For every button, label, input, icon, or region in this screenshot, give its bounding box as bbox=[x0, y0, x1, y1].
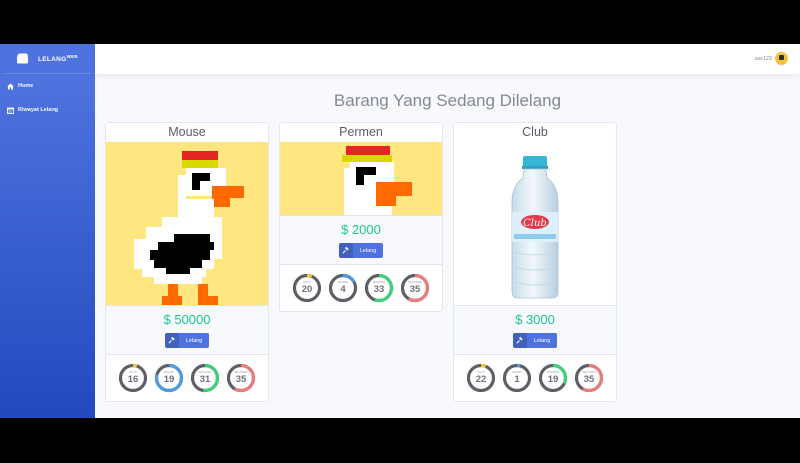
countdown-days: DAYS 22 bbox=[466, 363, 496, 393]
bid-button-label: Lelang bbox=[359, 247, 377, 254]
item-image bbox=[280, 142, 442, 215]
countdown-value: 4 bbox=[340, 284, 346, 295]
countdown-hours: HOURS 19 bbox=[154, 363, 184, 393]
user-avatar bbox=[775, 52, 788, 65]
calendar-icon bbox=[7, 107, 14, 114]
sidebar-item-label: Riwayat Lelang bbox=[18, 107, 59, 113]
auction-card-club: Club Club $ 3000 Lelang DAYS 22 HOURS 1 … bbox=[453, 122, 617, 402]
topbar: sss123 bbox=[95, 44, 800, 74]
countdown-value: 22 bbox=[475, 374, 487, 385]
pixel-duck-image bbox=[106, 142, 268, 305]
sidebar-item-label: Home bbox=[18, 83, 34, 89]
countdown-seconds: SECONDS 35 bbox=[400, 273, 430, 303]
bid-button[interactable]: Lelang bbox=[512, 333, 558, 348]
countdown-minutes: MINUTES 33 bbox=[364, 273, 394, 303]
countdown-value: 19 bbox=[163, 374, 175, 385]
gavel-icon bbox=[338, 243, 353, 258]
countdown-timer: DAYS 22 HOURS 1 MINUTES 19 SECONDS 35 bbox=[454, 354, 616, 401]
item-image bbox=[106, 142, 268, 305]
countdown-minutes: MINUTES 19 bbox=[538, 363, 568, 393]
bid-button-label: Lelang bbox=[185, 337, 203, 344]
gavel-box-icon bbox=[17, 53, 28, 64]
gavel-icon bbox=[512, 333, 527, 348]
item-name: Mouse bbox=[168, 125, 206, 139]
pixel-duck-image bbox=[280, 142, 442, 215]
price-area: $ 2000 Lelang bbox=[280, 215, 442, 264]
countdown-seconds: SECONDS 35 bbox=[574, 363, 604, 393]
countdown-timer: DAYS 16 HOURS 19 MINUTES 31 SECONDS 35 bbox=[106, 354, 268, 401]
item-price: $ 3000 bbox=[515, 312, 555, 327]
brand[interactable]: LELANGWEB bbox=[4, 44, 91, 74]
countdown-seconds: SECONDS 35 bbox=[226, 363, 256, 393]
item-name: Club bbox=[522, 125, 548, 139]
auction-card-permen: Permen $ 2000 Lelang DAYS 20 HOURS 4 MIN… bbox=[279, 122, 443, 312]
bid-button-label: Lelang bbox=[533, 337, 551, 344]
sidebar-item-home[interactable]: Home bbox=[0, 75, 95, 97]
countdown-minutes: MINUTES 31 bbox=[190, 363, 220, 393]
countdown-value: 35 bbox=[583, 374, 595, 385]
countdown-hours: HOURS 1 bbox=[502, 363, 532, 393]
countdown-value: 35 bbox=[409, 284, 421, 295]
countdown-value: 35 bbox=[235, 374, 247, 385]
item-name: Permen bbox=[339, 125, 383, 139]
countdown-value: 31 bbox=[199, 374, 211, 385]
username: sss123 bbox=[754, 55, 772, 62]
countdown-value: 19 bbox=[547, 374, 559, 385]
auction-card-mouse: Mouse $ 50000 Lelang DAYS 16 HOURS 19 MI… bbox=[105, 122, 269, 402]
countdown-value: 16 bbox=[127, 374, 139, 385]
price-area: $ 3000 Lelang bbox=[454, 305, 616, 354]
home-icon bbox=[7, 82, 14, 90]
bid-button[interactable]: Lelang bbox=[164, 333, 210, 348]
item-price: $ 50000 bbox=[163, 312, 211, 327]
brand-name: LELANGWEB bbox=[38, 53, 78, 64]
countdown-value: 20 bbox=[301, 284, 313, 295]
svg-text:Club: Club bbox=[523, 218, 547, 229]
item-image: Club bbox=[454, 142, 616, 305]
bid-button[interactable]: Lelang bbox=[338, 243, 384, 258]
countdown-value: 33 bbox=[373, 284, 385, 295]
water-bottle-image: Club bbox=[454, 142, 616, 305]
sidebar: LELANGWEB Home Riwayat Lelang bbox=[0, 44, 95, 418]
gavel-icon bbox=[164, 333, 179, 348]
page-title: Barang Yang Sedang Dilelang bbox=[333, 91, 562, 110]
countdown-days: DAYS 20 bbox=[292, 273, 322, 303]
countdown-days: DAYS 16 bbox=[118, 363, 148, 393]
countdown-value: 1 bbox=[514, 374, 520, 385]
price-area: $ 50000 Lelang bbox=[106, 305, 268, 354]
countdown-timer: DAYS 20 HOURS 4 MINUTES 33 SECONDS 35 bbox=[280, 264, 442, 311]
user-menu[interactable]: sss123 bbox=[755, 52, 788, 65]
item-price: $ 2000 bbox=[341, 222, 381, 237]
countdown-hours: HOURS 4 bbox=[328, 273, 358, 303]
app-window: LELANGWEB Home Riwayat Lelang sss123 Bar… bbox=[0, 44, 800, 418]
sidebar-item-riwayat-lelang[interactable]: Riwayat Lelang bbox=[0, 99, 95, 121]
